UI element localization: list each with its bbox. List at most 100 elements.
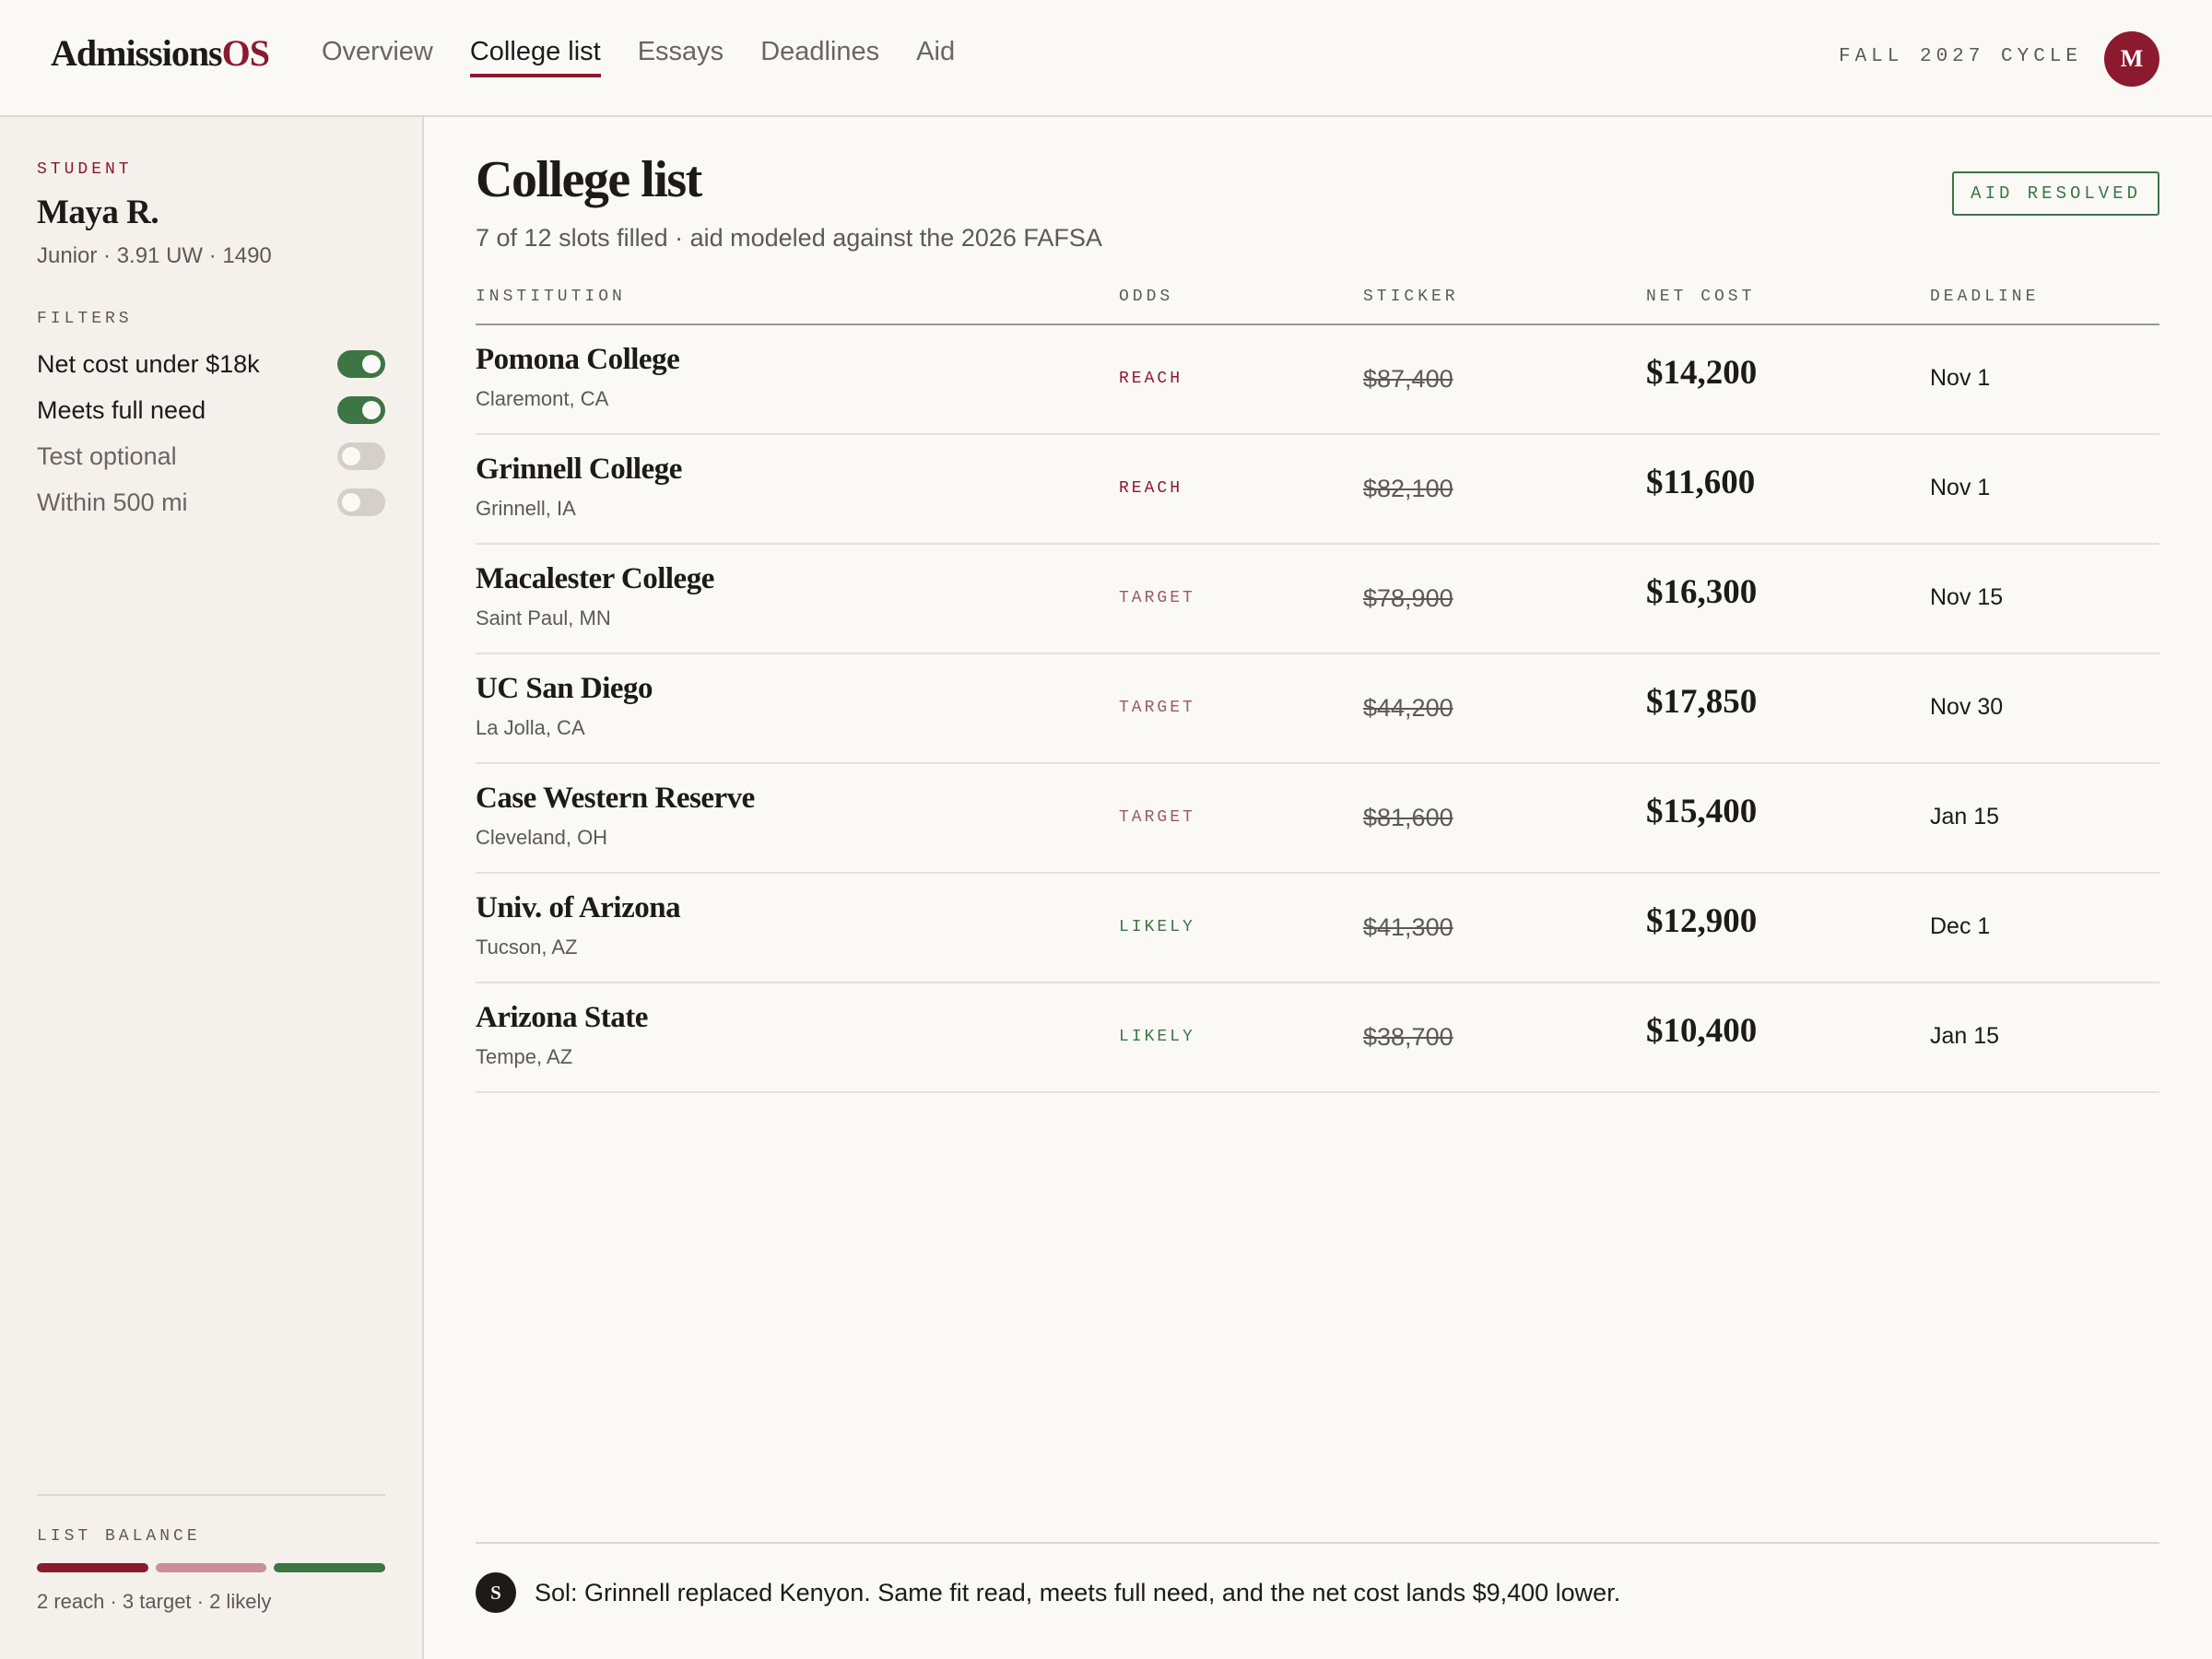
nav-deadlines[interactable]: Deadlines	[760, 37, 879, 81]
institution-location: Grinnell, IA	[476, 497, 576, 520]
column-header-sticker[interactable]: STICKER	[1363, 288, 1459, 306]
filter-toggle-distance[interactable]	[337, 488, 385, 516]
filter-label: Test optional	[37, 441, 177, 470]
balance-segment-target	[155, 1563, 267, 1572]
table-row[interactable]: Case Western Reserve Cleveland, OH TARGE…	[476, 764, 2159, 874]
table-row[interactable]: Macalester College Saint Paul, MN TARGET…	[476, 545, 2159, 654]
brand-logo[interactable]: AdmissionsOS	[51, 31, 270, 75]
student-section-label: STUDENT	[37, 160, 133, 179]
column-header-net-cost[interactable]: NET COST	[1646, 288, 1755, 306]
main-nav: Overview College list Essays Deadlines A…	[322, 37, 992, 81]
list-balance-label: LIST BALANCE	[37, 1527, 201, 1546]
institution-location: Tempe, AZ	[476, 1045, 573, 1068]
net-cost: $15,400	[1646, 793, 1758, 830]
table-row[interactable]: Arizona State Tempe, AZ LIKELY $38,700 $…	[476, 983, 2159, 1093]
odds-label: TARGET	[1119, 699, 1195, 717]
sticker-price: $38,700	[1363, 1023, 1453, 1051]
filter-label: Meets full need	[37, 395, 206, 424]
toggle-knob	[342, 447, 360, 465]
page-subtitle: 7 of 12 slots filled · aid modeled again…	[476, 224, 1102, 252]
odds-label: LIKELY	[1119, 1028, 1195, 1046]
net-cost: $11,600	[1646, 464, 1756, 501]
deadline: Nov 30	[1930, 694, 2004, 720]
filter-label: Net cost under $18k	[37, 349, 260, 378]
filter-full-need: Meets full need	[37, 392, 385, 429]
divider	[37, 1494, 385, 1496]
toggle-knob	[342, 493, 360, 512]
odds-label: REACH	[1119, 370, 1183, 388]
college-table: INSTITUTION ODDS STICKER NET COST DEADLI…	[476, 276, 2159, 1093]
institution-name[interactable]: Macalester College	[476, 562, 714, 596]
sticker-price: $87,400	[1363, 365, 1453, 393]
filter-toggle-full-need[interactable]	[337, 396, 385, 424]
sticker-price: $44,200	[1363, 694, 1453, 722]
filter-net-cost: Net cost under $18k	[37, 346, 385, 382]
deadline: Nov 1	[1930, 365, 1991, 391]
assistant-avatar: S	[476, 1572, 516, 1613]
balance-segment-likely	[274, 1563, 386, 1572]
table-row[interactable]: Pomona College Claremont, CA REACH $87,4…	[476, 325, 2159, 435]
table-row[interactable]: UC San Diego La Jolla, CA TARGET $44,200…	[476, 654, 2159, 764]
sticker-price: $82,100	[1363, 475, 1453, 502]
student-meta: Junior · 3.91 UW · 1490	[37, 243, 272, 268]
institution-name[interactable]: Pomona College	[476, 343, 680, 377]
net-cost: $17,850	[1646, 683, 1758, 721]
page-title: College list	[476, 151, 702, 208]
filter-toggle-test-optional[interactable]	[337, 442, 385, 470]
institution-name[interactable]: Arizona State	[476, 1001, 648, 1035]
sticker-price: $81,600	[1363, 804, 1453, 831]
institution-location: Tucson, AZ	[476, 935, 578, 959]
deadline: Dec 1	[1930, 913, 1991, 939]
list-balance-summary: 2 reach · 3 target · 2 likely	[37, 1590, 272, 1613]
top-bar: AdmissionsOS Overview College list Essay…	[0, 0, 2212, 117]
sticker-price: $41,300	[1363, 913, 1453, 941]
net-cost: $16,300	[1646, 573, 1758, 611]
filter-distance: Within 500 mi	[37, 484, 385, 521]
aid-status-badge: AID RESOLVED	[1952, 171, 2159, 216]
institution-name[interactable]: UC San Diego	[476, 672, 653, 706]
nav-essays[interactable]: Essays	[638, 37, 724, 81]
institution-name[interactable]: Grinnell College	[476, 453, 682, 487]
assistant-note: Sol: Grinnell replaced Kenyon. Same fit …	[535, 1579, 1621, 1606]
deadline: Jan 15	[1930, 804, 2000, 830]
divider	[476, 1542, 2159, 1544]
institution-location: La Jolla, CA	[476, 716, 585, 739]
filter-label: Within 500 mi	[37, 488, 188, 516]
table-header: INSTITUTION ODDS STICKER NET COST DEADLI…	[476, 276, 2159, 325]
nav-aid[interactable]: Aid	[916, 37, 955, 81]
filters-label: FILTERS	[37, 310, 133, 328]
net-cost: $14,200	[1646, 354, 1758, 392]
filter-toggle-net-cost[interactable]	[337, 350, 385, 378]
sticker-price: $78,900	[1363, 584, 1453, 612]
balance-segment-reach	[37, 1563, 148, 1572]
nav-college-list[interactable]: College list	[469, 37, 601, 81]
column-header-deadline[interactable]: DEADLINE	[1930, 288, 2039, 306]
cycle-label: FALL 2027 CYCLE	[1838, 46, 2082, 67]
sidebar: STUDENT Maya R. Junior · 3.91 UW · 1490 …	[0, 117, 424, 1659]
odds-label: TARGET	[1119, 808, 1195, 827]
column-header-institution[interactable]: INSTITUTION	[476, 288, 626, 306]
column-header-odds[interactable]: ODDS	[1119, 288, 1173, 306]
odds-label: REACH	[1119, 479, 1183, 498]
deadline: Nov 15	[1930, 584, 2004, 610]
toggle-knob	[362, 355, 381, 373]
institution-name[interactable]: Case Western Reserve	[476, 782, 755, 816]
odds-label: LIKELY	[1119, 918, 1195, 936]
odds-label: TARGET	[1119, 589, 1195, 607]
list-balance-bar	[37, 1563, 386, 1572]
net-cost: $12,900	[1646, 902, 1758, 940]
institution-name[interactable]: Univ. of Arizona	[476, 891, 681, 925]
deadline: Nov 1	[1930, 475, 1991, 500]
student-name: Maya R.	[37, 194, 159, 231]
nav-overview[interactable]: Overview	[322, 37, 433, 81]
net-cost: $10,400	[1646, 1012, 1758, 1050]
brand-name: Admissions	[51, 32, 223, 74]
table-row[interactable]: Univ. of Arizona Tucson, AZ LIKELY $41,3…	[476, 874, 2159, 983]
filter-test-optional: Test optional	[37, 438, 385, 475]
deadline: Jan 15	[1930, 1023, 2000, 1049]
institution-location: Saint Paul, MN	[476, 606, 611, 629]
table-row[interactable]: Grinnell College Grinnell, IA REACH $82,…	[476, 435, 2159, 545]
user-avatar[interactable]: M	[2104, 31, 2159, 87]
brand-accent: OS	[221, 32, 270, 74]
toggle-knob	[362, 401, 381, 419]
